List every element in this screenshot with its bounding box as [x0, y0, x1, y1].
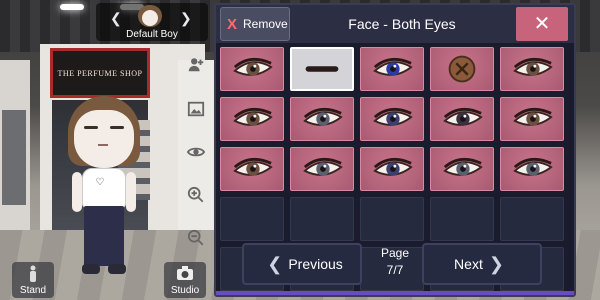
image-icon[interactable]: [183, 96, 209, 122]
pillar-window: [2, 110, 26, 205]
zoom-in-icon[interactable]: [183, 182, 209, 208]
character-shoe-right: [108, 264, 126, 274]
character-shirt: [82, 168, 126, 208]
empty-slot: [220, 197, 284, 241]
preset-name: Default Boy: [126, 29, 178, 40]
eye-option[interactable]: [360, 97, 424, 141]
eye-options-grid: [220, 47, 570, 291]
character-mouth: [98, 144, 108, 146]
add-person-icon[interactable]: [183, 52, 209, 78]
eye-option[interactable]: [220, 97, 284, 141]
stand-button[interactable]: Stand: [12, 262, 54, 298]
character-arm-left: [72, 172, 82, 212]
remove-button[interactable]: X Remove: [220, 7, 290, 41]
eye-option[interactable]: [220, 47, 284, 91]
heart-icon: ♡: [95, 177, 105, 188]
previous-label: Previous: [288, 256, 343, 272]
character[interactable]: ♡: [64, 96, 144, 286]
empty-slot: [290, 197, 354, 241]
eye-option[interactable]: [500, 147, 564, 191]
panel-title: Face - Both Eyes: [348, 16, 456, 32]
closed-eye-right: [110, 126, 124, 129]
chevron-right-icon: ❯: [488, 253, 504, 274]
character-pants: [84, 206, 124, 266]
eye-option[interactable]: [500, 47, 564, 91]
chevron-left-icon[interactable]: ❮: [110, 10, 122, 27]
chevron-left-icon: ❮: [267, 253, 283, 274]
eye-option[interactable]: [290, 147, 354, 191]
empty-slot: [500, 197, 564, 241]
eye-option[interactable]: [360, 47, 424, 91]
ceiling-light: [60, 4, 84, 10]
next-label: Next: [454, 256, 483, 272]
eye-option[interactable]: [430, 97, 494, 141]
avatar: [138, 5, 162, 27]
previous-button[interactable]: ❮ Previous: [242, 243, 362, 285]
eye-option-selected[interactable]: [290, 47, 354, 91]
character-shoe-left: [82, 264, 100, 274]
stand-icon: [12, 265, 54, 286]
next-button[interactable]: Next ❯: [422, 243, 542, 285]
remove-x-icon: X: [227, 15, 238, 33]
studio-button[interactable]: Studio: [164, 262, 206, 298]
shop-sign: THE PERFUME SHOP: [50, 48, 150, 98]
camera-icon: [164, 265, 206, 284]
eye-option[interactable]: [220, 147, 284, 191]
closed-eye-left: [84, 126, 98, 129]
panel-header: X Remove Face - Both Eyes ✕: [216, 5, 574, 43]
page-label: Page: [380, 246, 410, 260]
item-selector-panel: X Remove Face - Both Eyes ✕ ❮ Previous P…: [214, 3, 576, 297]
eye-option[interactable]: [500, 97, 564, 141]
page-indicator: Page 7/7: [366, 245, 424, 279]
studio-label: Studio: [170, 285, 200, 296]
empty-slot: [360, 197, 424, 241]
eye-option[interactable]: [430, 47, 494, 91]
empty-slot: [430, 197, 494, 241]
eye-option[interactable]: [290, 97, 354, 141]
eye-option[interactable]: [360, 147, 424, 191]
character-arm-right: [126, 172, 136, 212]
zoom-out-icon[interactable]: [183, 225, 209, 251]
stand-label: Stand: [19, 285, 47, 296]
character-face: [74, 110, 134, 168]
close-button[interactable]: ✕: [516, 7, 568, 41]
eye-icon[interactable]: [183, 139, 209, 165]
eye-option[interactable]: [430, 147, 494, 191]
preset-selector: ❮ ❯ Default Boy: [96, 3, 208, 41]
page-value: 7/7: [386, 263, 404, 277]
chevron-right-icon[interactable]: ❯: [180, 10, 192, 27]
remove-label: Remove: [243, 17, 288, 31]
panel-accent-bar: [216, 291, 574, 295]
